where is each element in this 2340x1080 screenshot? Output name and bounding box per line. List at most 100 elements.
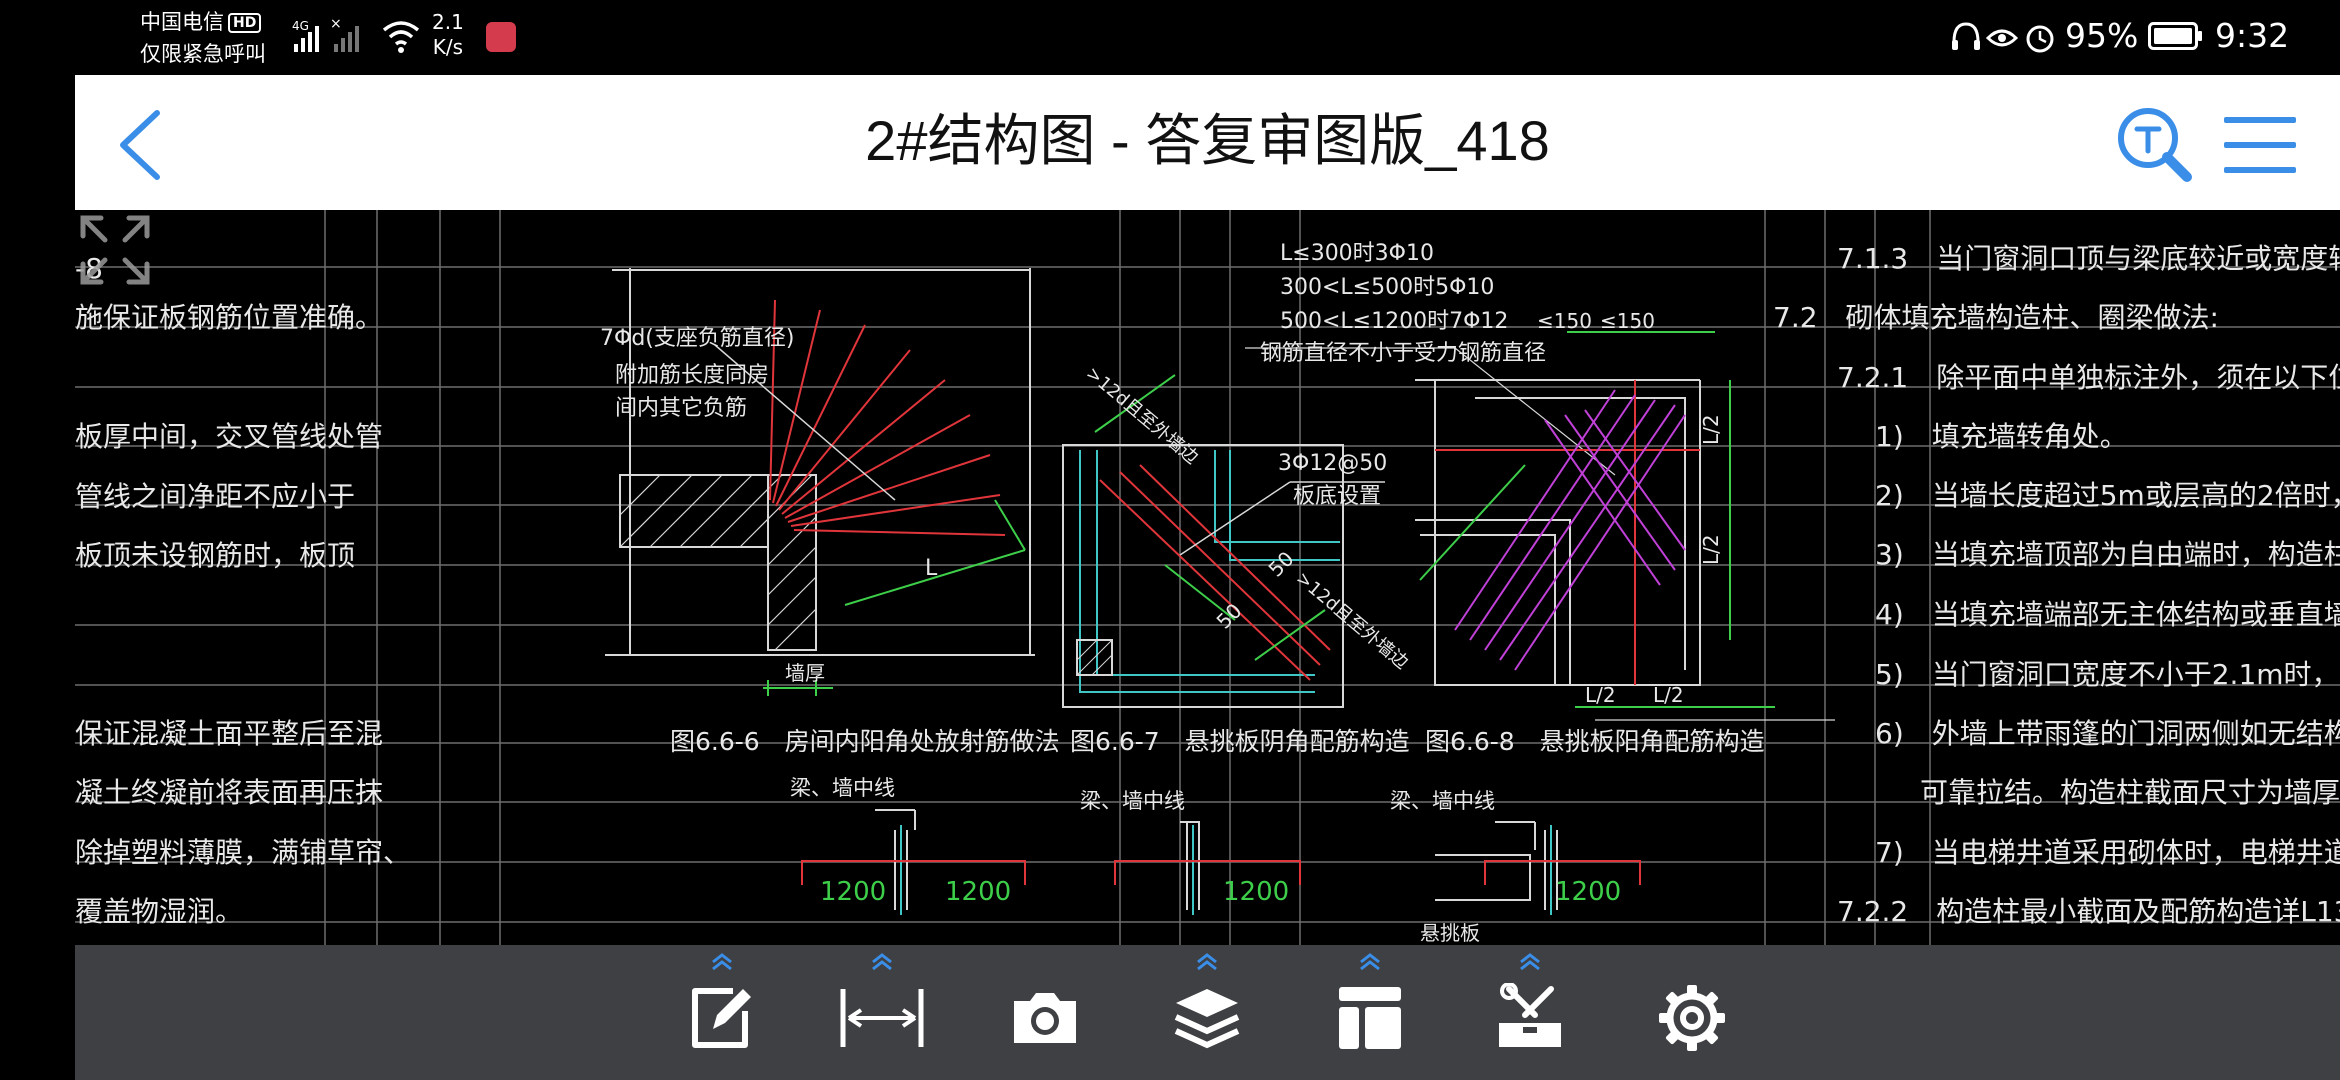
beam-wall-label-1: 梁、墙中线 [790, 776, 895, 800]
settings-tool-button[interactable] [1637, 945, 1747, 1080]
left-notes: -8 施保证板钢筋位置准确。 板厚中间，交叉管线处管 管线之间净距不应小于 板顶… [75, 252, 411, 928]
dim-1200-c: 1200 [1223, 877, 1289, 907]
fig2-dim-50a: 50 [1212, 599, 1247, 634]
network-speed: 2.1 K/s [432, 10, 464, 60]
note-7-2: 7.2 砌体填充墙构造柱、圈梁做法: [1773, 301, 2219, 334]
measure-icon [840, 989, 924, 1047]
layers-icon [1174, 989, 1240, 1049]
status-bar: 中国电信 HD 仅限紧急呼叫 4G × 2.1 K/s 95% 9:32 [0, 0, 2340, 75]
carrier-name: 中国电信 [140, 10, 224, 34]
battery-icon [2148, 22, 2202, 50]
fig2-rebar: 3Φ12@50 [1278, 451, 1387, 476]
chevron-up-icon [712, 953, 732, 971]
menu-button[interactable] [2220, 113, 2300, 177]
fig2-rebar-note: 板底设置 [1293, 484, 1381, 509]
note-item-6b: 可靠拉结。构造柱截面尺寸为墙厚x250，纵筋 [1920, 776, 2340, 809]
cantilever-label: 悬挑板 [1420, 921, 1480, 945]
notification-app-icon [486, 22, 516, 52]
note-item-2: 2) 当墙长度超过5m或层高的2倍时，应在填充墙中 [1875, 479, 2340, 512]
battery-percent: 95% [2065, 16, 2139, 55]
fig1-note-1: 7Φd(支座负筋直径) [600, 326, 794, 351]
fig2-rule-2: 300<L≤500时5Φ10 [1280, 275, 1494, 300]
speed-value: 2.1 [432, 10, 464, 34]
app-header: 2#结构图 - 答复审图版_418 [75, 75, 2340, 210]
fig1-note-3: 间内其它负筋 [615, 396, 747, 421]
left-note-4: 板顶未设钢筋时，板顶 [75, 539, 355, 572]
fig2-caption: 图6.6-7 悬挑板阴角配筋构造 [1070, 727, 1410, 756]
note-item-7: 7) 当电梯井道采用砌体时，电梯井道四角应设置。 [1875, 836, 2340, 869]
left-note-6: 凝土终凝前将表面再压抹 [75, 776, 383, 809]
speed-unit: K/s [432, 35, 464, 59]
fig3-dim-l2a: L/2 [1699, 414, 1723, 445]
note-7-1-3: 7.1.3 当门窗洞口顶与梁底较近或宽度较大无法设置过梁 [1837, 242, 2340, 275]
left-note-2: 板厚中间，交叉管线处管 [75, 420, 383, 453]
note-item-4: 4) 当填充墙端部无主体结构或垂直墙体与之拉结时 [1875, 598, 2340, 631]
chevron-up-icon [1197, 953, 1217, 971]
layout-icon [1339, 987, 1401, 1049]
camera-icon [1014, 993, 1076, 1043]
left-note-3: 管线之间净距不应小于 [75, 480, 355, 513]
fig2-rule-4: 钢筋直径不小于受力钢筋直径 [1260, 341, 1546, 366]
camera-tool-button[interactable] [990, 945, 1100, 1080]
note-7-2-1: 7.2.1 除平面中单独标注外，须在以下位置设置构造柱: [1837, 361, 2340, 394]
headset-eye-alarm-icons [1952, 22, 2054, 53]
measure-tool-button[interactable] [827, 945, 937, 1080]
beam-wall-label-3: 梁、墙中线 [1390, 789, 1495, 813]
cad-drawing-viewport[interactable]: -8 施保证板钢筋位置准确。 板厚中间，交叉管线处管 管线之间净距不应小于 板顶… [75, 210, 2340, 945]
note-item-1: 1) 填充墙转角处。 [1875, 420, 2128, 453]
figure-6-6-7: 50 50 >12d且至外墙边 >12d且至外墙边 L≤300时3Φ10 300… [1062, 241, 1616, 756]
fig3-dim-l2c: L/2 [1585, 683, 1616, 707]
document-title: 2#结构图 - 答复审图版_418 [865, 109, 1550, 172]
fig1-caption: 图6.6-6 房间内阳角处放射筋做法 [670, 727, 1060, 756]
carrier-label: 中国电信 HD [140, 8, 262, 36]
left-note-8: 覆盖物湿润。 [75, 895, 243, 928]
left-note-7: 除掉塑料薄膜，满铺草帘、 [75, 836, 411, 869]
emergency-only-label: 仅限紧急呼叫 [140, 42, 266, 66]
fig3-dim-l2b: L/2 [1699, 534, 1723, 565]
note-7-2-2: 7.2.2 构造柱最小截面及配筋构造详L13J3-3第20页 [1837, 895, 2340, 928]
screen-left-margin [0, 75, 75, 1080]
fig3-dim-150b: ≤150 [1600, 309, 1655, 333]
network-type: 4G [292, 19, 309, 33]
text-search-button[interactable] [2115, 105, 2195, 185]
edit-icon [692, 988, 751, 1048]
fig2-rule-1: L≤300时3Φ10 [1280, 241, 1434, 266]
fig3-dim-150a: ≤150 [1537, 309, 1592, 333]
hd-badge: HD [228, 13, 262, 33]
fig1-dim-l: L [925, 556, 938, 581]
dim-1200-b: 1200 [945, 877, 1011, 907]
note-item-6: 6) 外墙上带雨篷的门洞两侧如无结构柱墙，均应设置 [1875, 717, 2340, 750]
cad-drawing[interactable]: -8 施保证板钢筋位置准确。 板厚中间，交叉管线处管 管线之间净距不应小于 板顶… [75, 210, 2340, 945]
figure-6-6-6: L 墙厚 7Φd(支座负筋直径) 附加筋长度同房 间内其它负筋 图6.6-6 房… [600, 268, 1060, 756]
toolbox-icon [1499, 983, 1561, 1047]
left-note-5: 保证混凝土面平整后至混 [75, 717, 383, 750]
note-item-5: 5) 当门窗洞口宽度不小于2.1m时，洞口两侧应设置 [1875, 658, 2340, 691]
annotate-tool-button[interactable] [667, 945, 777, 1080]
note-item-3: 3) 当填充墙顶部为自由端时，构造柱间距不应大于2m [1875, 538, 2340, 571]
layers-tool-button[interactable] [1152, 945, 1262, 1080]
svg-text:×: × [330, 16, 342, 32]
chevron-up-icon [1520, 953, 1540, 971]
fig2-dim-50b: 50 [1264, 547, 1299, 582]
fullscreen-toggle-icon[interactable] [75, 210, 155, 290]
bottom-toolbar [75, 945, 2340, 1080]
fig1-note-2: 附加筋长度同房 [615, 363, 769, 388]
left-note-1: 施保证板钢筋位置准确。 [75, 301, 383, 334]
toolbox-tool-button[interactable] [1475, 945, 1585, 1080]
signal-icon: 4G × [292, 16, 359, 52]
dim-1200-d: 1200 [1555, 877, 1621, 907]
chevron-up-icon [1360, 953, 1380, 971]
right-notes: 7.1.3 当门窗洞口顶与梁底较近或宽度较大无法设置过梁 7.2 砌体填充墙构造… [1773, 242, 2340, 928]
clock: 9:32 [2215, 16, 2290, 55]
dim-1200-a: 1200 [820, 877, 886, 907]
fig2-diag-1: >12d且至外墙边 [1082, 363, 1202, 469]
figure-6-6-8: ≤150 ≤150 L/2 L/2 L/2 L/2 图6.6-8 悬挑板阳角配筋… [1415, 309, 1835, 756]
layout-tool-button[interactable] [1315, 945, 1425, 1080]
fig3-caption: 图6.6-8 悬挑板阳角配筋构造 [1425, 727, 1765, 756]
chevron-up-icon [872, 953, 892, 971]
wifi-icon [382, 21, 420, 53]
fig2-rule-3: 500<L≤1200时7Φ12 [1280, 309, 1508, 334]
beam-wall-label-2: 梁、墙中线 [1080, 789, 1185, 813]
fig1-dim-wall: 墙厚 [785, 661, 825, 685]
gear-icon [1659, 985, 1725, 1051]
